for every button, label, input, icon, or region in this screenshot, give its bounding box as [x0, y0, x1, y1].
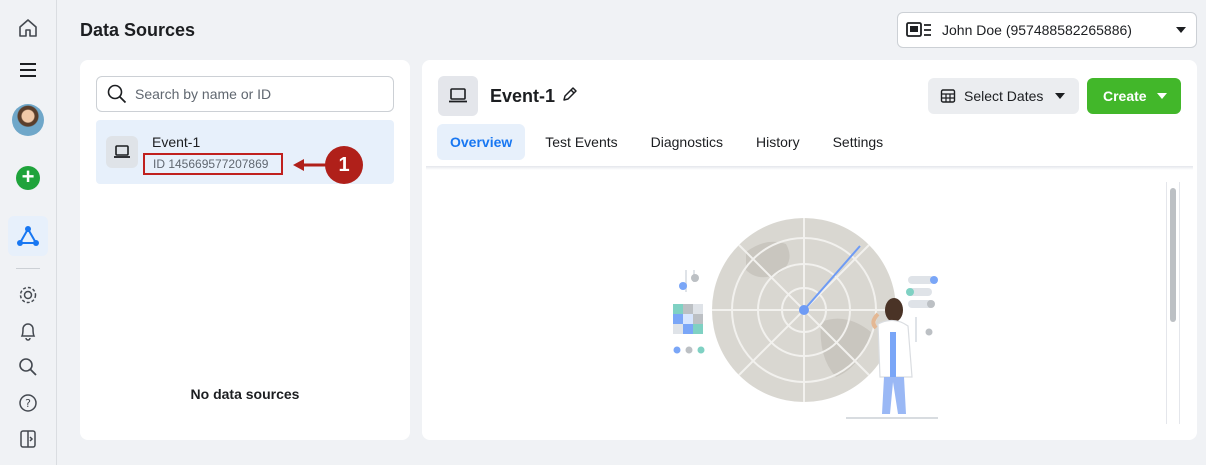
data-sources-list-panel: Event-1 ID 145669577207869 No data sourc…	[80, 60, 410, 440]
search-icon[interactable]	[8, 347, 48, 387]
search-icon	[107, 84, 127, 104]
page-title: Data Sources	[80, 20, 196, 40]
business-account-icon	[906, 22, 931, 37]
rail-divider	[16, 268, 40, 269]
bell-icon[interactable]	[8, 311, 48, 351]
left-rail: + ?	[0, 0, 57, 465]
create-plus-icon[interactable]: +	[8, 158, 48, 198]
empty-state-text: No data sources	[190, 386, 300, 402]
search-box[interactable]	[96, 76, 394, 112]
menu-icon[interactable]	[8, 50, 48, 90]
account-selector[interactable]: John Doe (957488582265886)	[897, 12, 1197, 48]
gear-icon[interactable]	[8, 275, 48, 315]
home-icon[interactable]	[8, 8, 48, 48]
laptop-icon	[438, 76, 478, 116]
chevron-down-icon	[1176, 27, 1186, 33]
tab-overview[interactable]: Overview	[437, 124, 526, 160]
svg-text:?: ?	[25, 397, 31, 410]
sidebar-toggle-icon[interactable]	[8, 419, 48, 459]
calendar-icon	[940, 89, 956, 103]
radar-illustration	[673, 218, 938, 419]
chevron-down-icon	[1055, 93, 1066, 99]
overview-content	[426, 182, 1178, 428]
tab-test-events[interactable]: Test Events	[532, 124, 630, 160]
scrollbar-thumb[interactable]	[1170, 188, 1176, 322]
tab-diagnostics[interactable]: Diagnostics	[638, 124, 736, 160]
detail-title: Event-1	[490, 86, 556, 106]
laptop-icon	[106, 136, 138, 168]
annotation-badge: 1	[325, 146, 363, 184]
create-button[interactable]: Create	[1087, 78, 1181, 114]
tab-settings[interactable]: Settings	[820, 124, 897, 160]
tab-bar: Overview Test Events Diagnostics History…	[437, 124, 903, 160]
select-dates-label: Select Dates	[964, 88, 1044, 104]
source-id: ID 145669577207869	[143, 153, 283, 175]
chevron-down-icon	[1157, 93, 1167, 99]
source-name: Event-1	[152, 134, 201, 150]
account-label: John Doe (957488582265886)	[942, 22, 1132, 38]
avatar[interactable]	[8, 100, 48, 140]
tab-history[interactable]: History	[743, 124, 813, 160]
pencil-icon[interactable]	[560, 84, 580, 104]
create-label: Create	[1103, 88, 1147, 104]
help-icon[interactable]: ?	[8, 383, 48, 423]
data-sources-icon[interactable]	[8, 216, 48, 256]
search-input[interactable]	[135, 86, 375, 102]
annotation-arrow	[293, 159, 328, 171]
data-source-detail-panel: Event-1 Select Dates Create Overview Tes…	[422, 60, 1197, 440]
select-dates-button[interactable]: Select Dates	[928, 78, 1079, 114]
tab-divider	[426, 166, 1193, 170]
